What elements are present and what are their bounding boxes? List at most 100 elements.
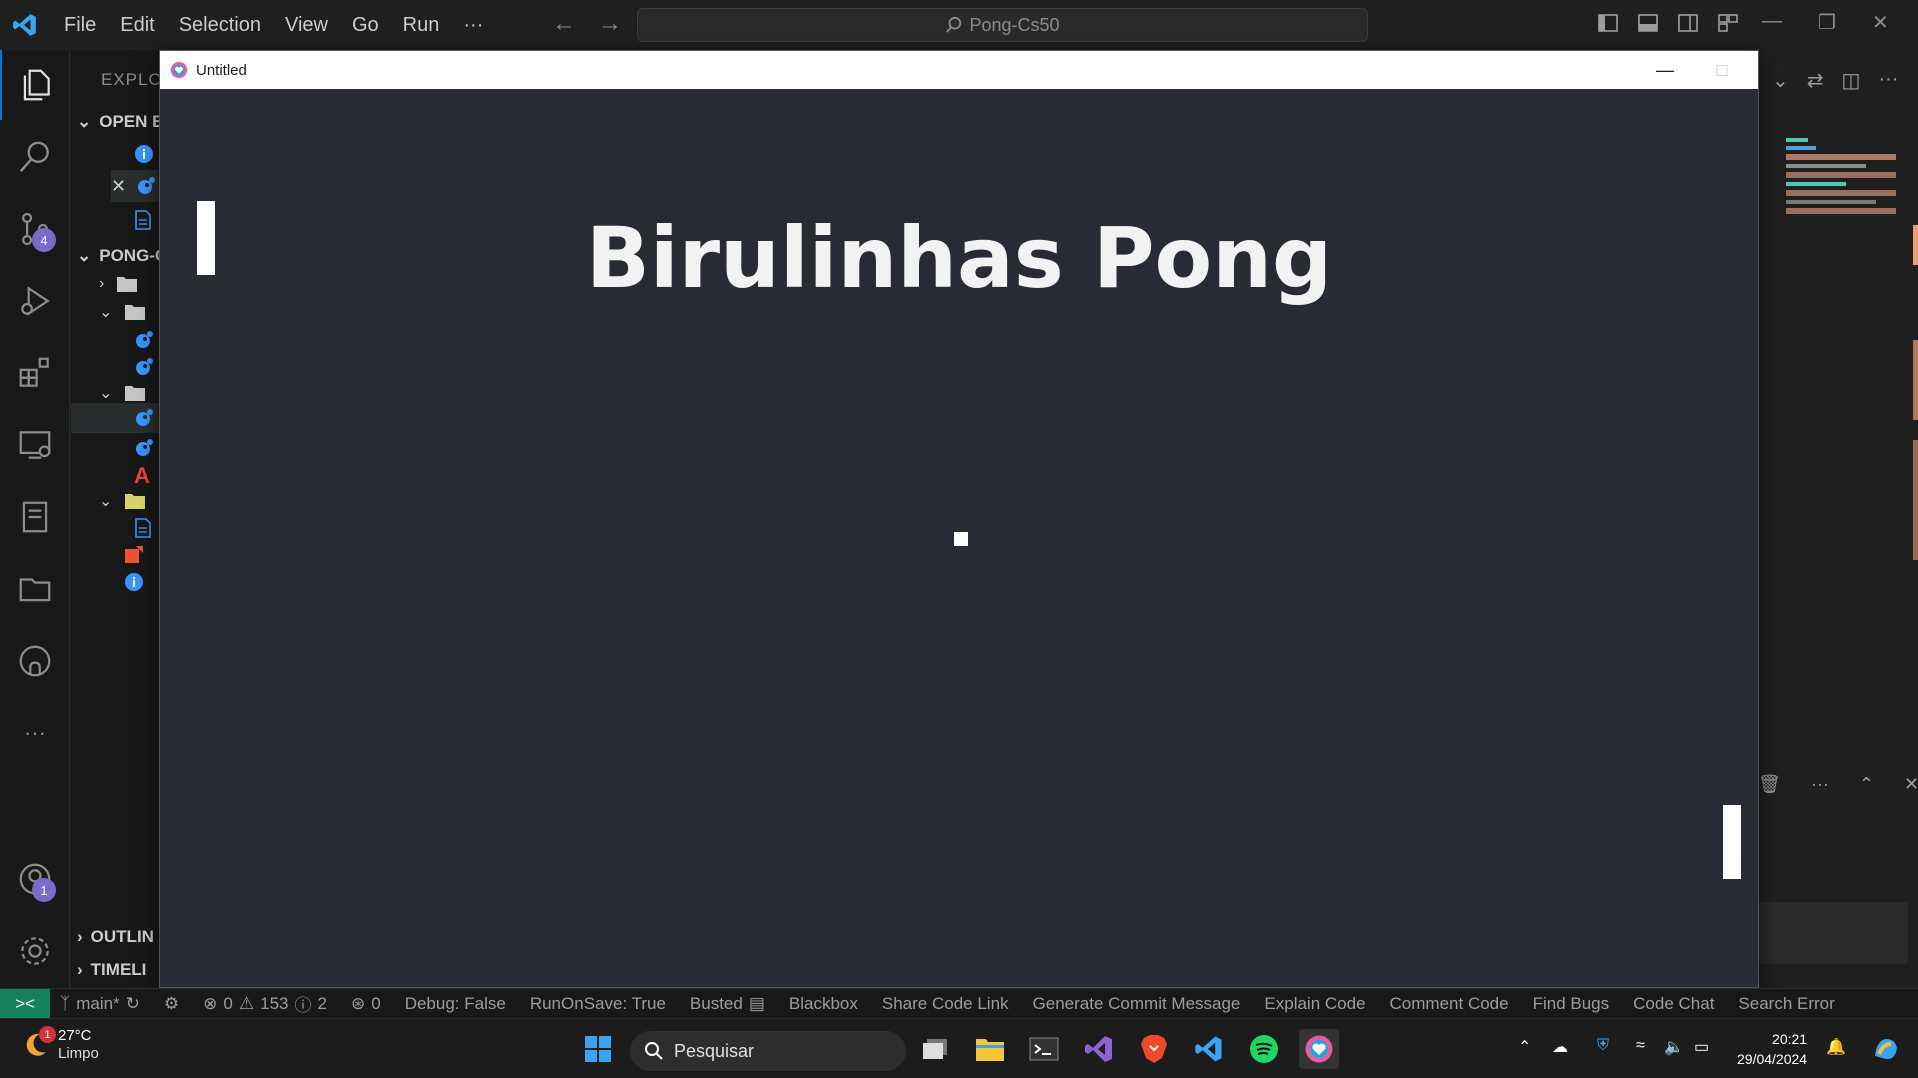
more-actions-icon[interactable]: ···: [1878, 68, 1898, 93]
game-canvas[interactable]: Birulinhas Pong: [160, 89, 1758, 987]
source-control-activity[interactable]: 4: [0, 194, 70, 264]
status-blackbox[interactable]: Blackbox: [789, 994, 858, 1014]
copilot-icon[interactable]: [1866, 1029, 1906, 1069]
notebook-activity[interactable]: [0, 482, 70, 552]
more-activities-icon[interactable]: ···: [0, 698, 70, 768]
search-activity[interactable]: [0, 122, 70, 192]
taskbar-search[interactable]: Pesquisar: [630, 1031, 906, 1071]
back-arrow-icon[interactable]: ←: [552, 10, 576, 38]
status-comment-code[interactable]: Comment Code: [1390, 994, 1509, 1014]
list-item[interactable]: [134, 518, 152, 538]
menu-selection[interactable]: Selection: [179, 14, 261, 37]
status-debug[interactable]: Debug: False: [405, 994, 506, 1014]
brave-browser-icon[interactable]: [1134, 1029, 1174, 1069]
minimize-icon[interactable]: —: [1636, 51, 1694, 89]
status-code-chat[interactable]: Code Chat: [1633, 994, 1714, 1014]
volume-icon[interactable]: 🔈: [1664, 1037, 1684, 1057]
close-panel-icon[interactable]: ✕: [1904, 774, 1918, 795]
vscode-taskbar-icon[interactable]: [1189, 1029, 1229, 1069]
project-manager-activity[interactable]: [0, 554, 70, 624]
chevron-up-icon[interactable]: ⌃: [1518, 1037, 1531, 1057]
pong-window-titlebar[interactable]: Untitled — □ ✕: [160, 51, 1787, 89]
love2d-taskbar-icon[interactable]: [1299, 1029, 1339, 1069]
explorer-activity[interactable]: [0, 50, 70, 120]
menu-view[interactable]: View: [285, 14, 328, 37]
status-generate-commit[interactable]: Generate Commit Message: [1033, 994, 1241, 1014]
list-item[interactable]: [134, 144, 154, 164]
windows-start-icon[interactable]: [578, 1029, 618, 1069]
list-item[interactable]: ›: [99, 275, 138, 293]
menu-go[interactable]: Go: [352, 14, 379, 37]
branch-indicator[interactable]: ᛉ main* ↻: [60, 994, 140, 1014]
battery-icon[interactable]: ▭: [1694, 1037, 1709, 1057]
minimap[interactable]: [1786, 138, 1896, 238]
outline-section[interactable]: › OUTLIN: [77, 927, 154, 947]
timeline-section[interactable]: › TIMELI: [77, 960, 146, 980]
problems-indicator[interactable]: ⊗ 0 ⚠ 153 ⓘ 2: [203, 991, 327, 1016]
list-item[interactable]: [124, 572, 144, 592]
chevron-up-icon[interactable]: ⌃: [1859, 774, 1874, 795]
taskbar-clock[interactable]: 20:21 29/04/2024: [1737, 1029, 1807, 1069]
remote-explorer-activity[interactable]: [0, 410, 70, 480]
copilot-status-icon[interactable]: ⚙: [164, 994, 179, 1014]
ports-indicator[interactable]: ⊛ 0: [351, 994, 381, 1014]
list-item[interactable]: ⌄: [99, 383, 146, 403]
weather-widget[interactable]: 1 27°C Limpo: [20, 1026, 99, 1063]
toggle-primary-sidebar-icon[interactable]: [1597, 12, 1619, 34]
remote-indicator-icon[interactable]: ><: [0, 988, 50, 1019]
list-item-selected[interactable]: [71, 403, 159, 433]
close-icon[interactable]: ✕: [1872, 10, 1889, 35]
toggle-panel-icon[interactable]: [1637, 12, 1659, 34]
menu-file[interactable]: File: [64, 14, 96, 37]
compare-changes-icon[interactable]: ⇄: [1807, 68, 1824, 93]
notification-icon[interactable]: 🔔: [1826, 1037, 1846, 1057]
task-view-icon[interactable]: [915, 1029, 955, 1069]
close-icon[interactable]: ✕: [111, 176, 126, 197]
onedrive-icon[interactable]: ☁: [1552, 1037, 1568, 1057]
manage-activity[interactable]: [0, 916, 70, 986]
toggle-secondary-sidebar-icon[interactable]: [1677, 12, 1699, 34]
visual-studio-icon[interactable]: [1079, 1029, 1119, 1069]
list-item[interactable]: ⌄: [99, 491, 146, 511]
list-item[interactable]: [134, 357, 154, 377]
status-search-error[interactable]: Search Error: [1738, 994, 1834, 1014]
menu-edit[interactable]: Edit: [120, 14, 154, 37]
wifi-icon[interactable]: ≈: [1636, 1037, 1645, 1055]
list-item[interactable]: ✕: [111, 170, 159, 202]
trash-icon[interactable]: 🗑: [1758, 774, 1781, 795]
open-editors-section[interactable]: ⌄ OPEN E: [77, 112, 159, 132]
run-debug-activity[interactable]: [0, 266, 70, 336]
menu-run[interactable]: Run: [403, 14, 440, 37]
chat-input[interactable]: [1758, 902, 1908, 964]
list-item[interactable]: [124, 545, 144, 565]
status-share-code-link[interactable]: Share Code Link: [882, 994, 1009, 1014]
font-file-icon[interactable]: A: [134, 463, 150, 489]
defender-shield-icon[interactable]: ⛨: [1597, 1037, 1609, 1055]
list-item[interactable]: [134, 330, 154, 350]
restore-icon[interactable]: ❐: [1818, 10, 1836, 35]
minimize-icon[interactable]: —: [1762, 10, 1782, 35]
maximize-icon[interactable]: □: [1693, 51, 1751, 89]
status-explain-code[interactable]: Explain Code: [1264, 994, 1365, 1014]
file-explorer-icon[interactable]: [970, 1029, 1010, 1069]
forward-arrow-icon[interactable]: →: [598, 10, 622, 38]
status-run-on-save[interactable]: RunOnSave: True: [530, 994, 666, 1014]
spotify-icon[interactable]: [1244, 1029, 1284, 1069]
extensions-activity[interactable]: [0, 338, 70, 408]
sync-icon[interactable]: ↻: [126, 994, 140, 1014]
more-actions-icon[interactable]: ···: [1811, 774, 1829, 795]
list-item[interactable]: ⌄: [99, 302, 146, 322]
list-item[interactable]: [134, 210, 152, 230]
command-center-search[interactable]: Pong-Cs50: [637, 8, 1368, 42]
status-busted[interactable]: Busted ▤: [690, 994, 765, 1014]
menu-more[interactable]: ···: [463, 14, 483, 37]
status-find-bugs[interactable]: Find Bugs: [1533, 994, 1610, 1014]
list-item[interactable]: [134, 438, 154, 458]
terminal-icon[interactable]: [1024, 1029, 1064, 1069]
github-activity[interactable]: [0, 626, 70, 696]
split-editor-icon[interactable]: ◫: [1842, 68, 1861, 93]
close-icon[interactable]: ✕: [1750, 51, 1808, 89]
project-section[interactable]: ⌄ PONG-C: [77, 246, 159, 266]
accounts-activity[interactable]: 1: [0, 844, 70, 914]
customize-layout-icon[interactable]: [1717, 12, 1739, 34]
